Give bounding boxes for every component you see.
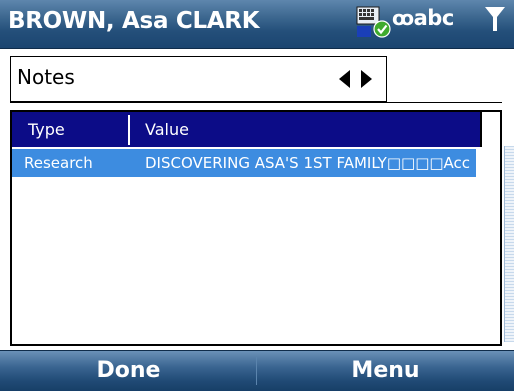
list-row[interactable]: Research DISCOVERING ASA'S 1ST FAMILY□□□… <box>12 149 476 177</box>
keyboard-sync-icon[interactable] <box>355 5 391 39</box>
menu-softkey[interactable]: Menu <box>257 351 514 391</box>
softkey-bar: Done Menu <box>0 350 514 391</box>
arrow-right-icon[interactable] <box>361 70 372 88</box>
category-dropdown-value: Notes <box>17 65 75 89</box>
notes-list[interactable]: Type Value Research DISCOVERING ASA'S 1S… <box>10 110 502 346</box>
column-separator[interactable] <box>128 115 130 145</box>
contact-name-title: BROWN, Asa CLARK <box>8 8 260 34</box>
column-header-type[interactable]: Type <box>28 120 65 139</box>
arrow-left-icon[interactable] <box>339 70 350 88</box>
list-header: Type Value <box>12 112 480 147</box>
column-header-value[interactable]: Value <box>145 120 189 139</box>
scrollbar-corner <box>480 112 500 147</box>
row-type-cell: Research <box>24 154 93 172</box>
done-softkey[interactable]: Done <box>0 351 257 391</box>
divider <box>10 102 502 103</box>
category-dropdown[interactable]: Notes <box>10 56 387 102</box>
signal-icon[interactable] <box>484 6 506 32</box>
link-icon: ꝏ <box>392 6 414 30</box>
scrollbar-track[interactable] <box>504 146 514 342</box>
input-mode-indicator[interactable]: ꝏabc <box>392 6 454 30</box>
row-value-cell: DISCOVERING ASA'S 1ST FAMILY□□□□Acco... <box>145 154 470 172</box>
title-bar: BROWN, Asa CLARK ꝏabc <box>0 0 514 49</box>
